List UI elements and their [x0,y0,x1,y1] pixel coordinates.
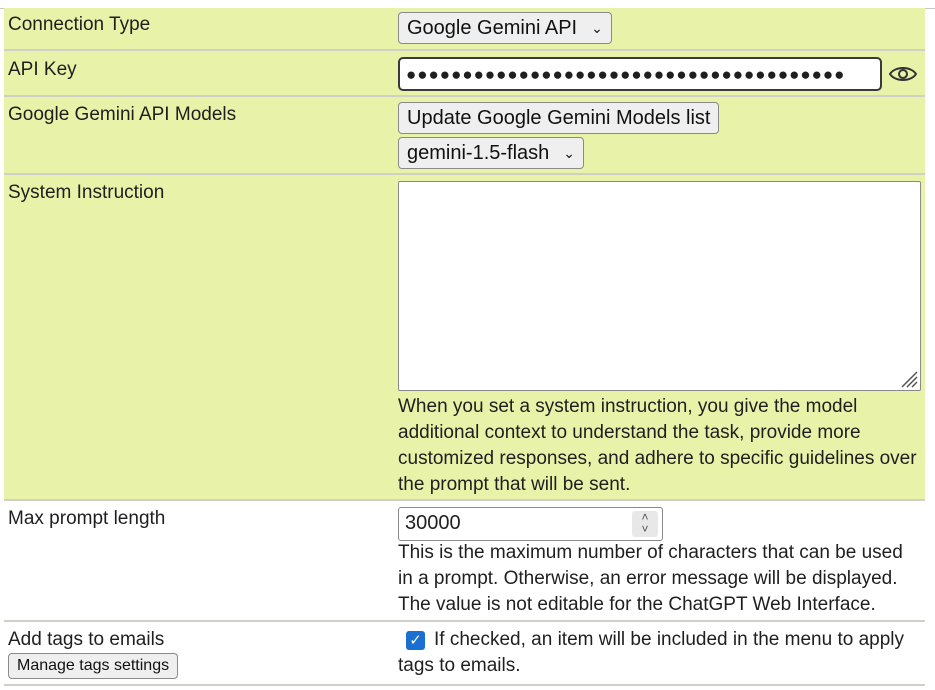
tags-help: If checked, an item will be included in … [398,629,904,676]
api-key-label: API Key [8,59,77,80]
eye-icon[interactable] [888,63,918,85]
system-instruction-textarea[interactable] [398,181,921,391]
model-select[interactable]: gemini-1.5-flash ⌄ [398,137,585,169]
connection-type-row: Connection Type Google Gemini API ⌄ [4,8,925,51]
tags-label: Add tags to emails [8,629,165,650]
api-key-row: API Key ●●●●●●●●●●●●●●●●●●●●●●●●●●●●●●●●… [4,51,925,97]
system-instruction-help: When you set a system instruction, you g… [398,396,917,495]
system-instruction-label: System Instruction [8,182,165,203]
api-key-input[interactable]: ●●●●●●●●●●●●●●●●●●●●●●●●●●●●●●●●●●●●●●● [398,57,882,91]
number-stepper[interactable]: ˄ ˅ [632,511,658,537]
chevron-down-icon: ⌄ [563,144,576,161]
tags-row: Add tags to emails Manage tags settings … [4,622,925,686]
connection-type-value: Google Gemini API [407,16,578,39]
connection-type-label: Connection Type [8,14,151,35]
max-prompt-value: 30000 [405,512,461,534]
system-instruction-row: System Instruction When you set a system… [4,175,925,501]
max-prompt-input[interactable]: 30000 ˄ ˅ [398,507,663,541]
max-prompt-label: Max prompt length [8,508,166,529]
chevron-down-icon: ⌄ [591,19,603,36]
manage-tags-button[interactable]: Manage tags settings [8,653,179,679]
connection-type-select[interactable]: Google Gemini API ⌄ [398,12,612,44]
max-prompt-help: This is the maximum number of characters… [398,542,903,615]
max-prompt-row: Max prompt length 30000 ˄ ˅ This is the m… [4,501,925,622]
model-select-value: gemini-1.5-flash [407,141,550,164]
resize-grip-icon[interactable] [898,368,918,388]
models-label: Google Gemini API Models [8,104,237,125]
update-models-button[interactable]: Update Google Gemini Models list [398,102,720,134]
models-row: Google Gemini API Models Update Google G… [4,97,925,175]
